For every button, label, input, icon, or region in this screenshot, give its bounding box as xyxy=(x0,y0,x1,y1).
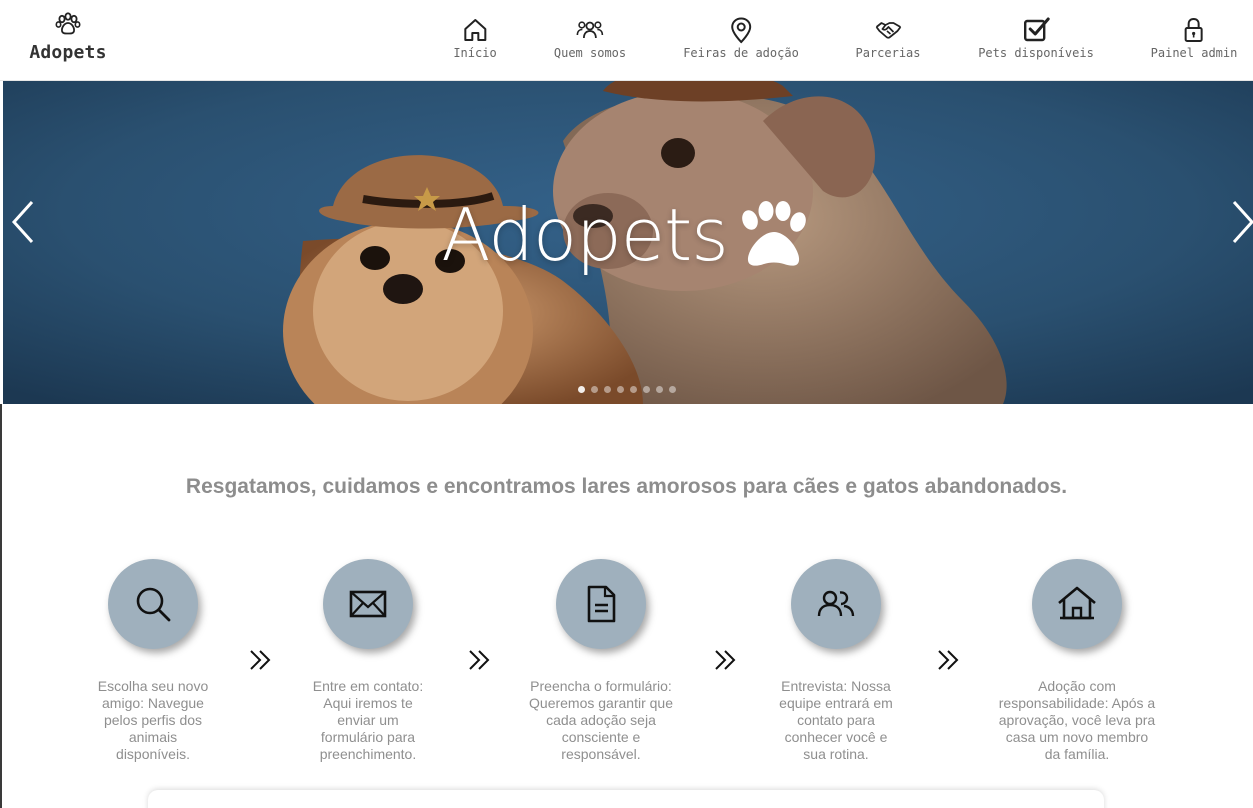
step-icon-circle xyxy=(323,559,413,649)
house-icon xyxy=(1058,586,1096,620)
step-description: Entrevista: Nossa equipe entrará em cont… xyxy=(779,678,893,762)
step-fill-form: Preencha o formulário: Queremos garantir… xyxy=(511,559,691,763)
nav-label: Painel admin xyxy=(1150,46,1238,60)
carousel-indicator[interactable] xyxy=(603,386,611,393)
step-icon-circle xyxy=(791,559,881,649)
nav-label: Parcerias xyxy=(855,46,921,60)
carousel-next-button[interactable] xyxy=(1228,199,1253,245)
carousel-indicator[interactable] xyxy=(655,386,663,393)
step-description: Preencha o formulário: Queremos garantir… xyxy=(529,678,673,762)
nav-label: Feiras de adoção xyxy=(683,46,799,60)
carousel-indicator[interactable] xyxy=(616,386,624,393)
carousel-indicators xyxy=(0,386,1253,393)
double-chevron-right-icon xyxy=(467,648,491,672)
chevron-left-icon xyxy=(11,200,34,244)
hero-title: Adopets xyxy=(0,193,1253,277)
hero-title-text: Adopets xyxy=(441,193,728,277)
nav-item-painel-admin[interactable]: Painel admin xyxy=(1150,16,1238,60)
brand-name: Adopets xyxy=(29,42,107,63)
carousel-prev-button[interactable] xyxy=(8,199,38,245)
step-adoption: Adoção com responsabilidade: Após a apro… xyxy=(987,559,1167,763)
people-icon xyxy=(817,590,855,617)
carousel-indicator[interactable] xyxy=(668,386,676,393)
carousel-indicator[interactable] xyxy=(642,386,650,393)
carousel-indicator[interactable] xyxy=(590,386,598,393)
paw-icon xyxy=(55,12,81,35)
nav-item-inicio[interactable]: Início xyxy=(453,16,497,60)
search-icon xyxy=(136,587,171,622)
step-description: Escolha seu novo amigo: Navegue pelos pe… xyxy=(97,678,209,762)
paw-icon xyxy=(741,201,806,266)
step-description: Adoção com responsabilidade: Após a apro… xyxy=(998,678,1156,762)
hero-carousel: Adopets xyxy=(0,81,1253,404)
envelope-icon xyxy=(349,590,387,618)
step-interview: Entrevista: Nossa equipe entrará em cont… xyxy=(746,559,926,763)
nav-label: Pets disponíveis xyxy=(978,46,1094,60)
double-chevron-right-icon xyxy=(248,648,272,672)
checkbox-icon xyxy=(1023,17,1050,42)
nav-item-feiras-de-adocao[interactable]: Feiras de adoção xyxy=(683,16,799,60)
double-chevron-right-icon xyxy=(713,648,737,672)
step-description: Entre em contato: Aqui iremos te enviar … xyxy=(312,678,424,762)
step-contact: Entre em contato: Aqui iremos te enviar … xyxy=(278,559,458,763)
nav-label: Quem somos xyxy=(553,46,627,60)
double-chevron-right-icon xyxy=(936,648,960,672)
lock-icon xyxy=(1184,17,1203,42)
intro-tagline: Resgatamos, cuidamos e encontramos lares… xyxy=(185,475,1068,498)
home-icon xyxy=(463,19,486,41)
carousel-indicator[interactable] xyxy=(577,386,585,393)
nav-item-parcerias[interactable]: Parcerias xyxy=(855,16,921,60)
nav-label: Início xyxy=(453,46,497,60)
map-pin-icon xyxy=(730,17,752,44)
top-navbar: Adopets Início Quem somos Feiras de adoç… xyxy=(0,0,1253,81)
step-icon-circle xyxy=(1032,559,1122,649)
document-icon xyxy=(587,585,616,623)
chevron-right-icon xyxy=(1232,200,1253,244)
step-icon-circle xyxy=(108,559,198,649)
brand-logo[interactable]: Adopets xyxy=(24,12,112,68)
carousel-indicator[interactable] xyxy=(629,386,637,393)
handshake-icon xyxy=(875,22,901,39)
nav-item-pets-disponiveis[interactable]: Pets disponíveis xyxy=(978,16,1094,60)
nav-item-quem-somos[interactable]: Quem somos xyxy=(554,16,626,60)
step-icon-circle xyxy=(556,559,646,649)
step-choose-pet: Escolha seu novo amigo: Navegue pelos pe… xyxy=(63,559,243,763)
content-card xyxy=(148,790,1104,808)
users-icon xyxy=(576,21,604,39)
